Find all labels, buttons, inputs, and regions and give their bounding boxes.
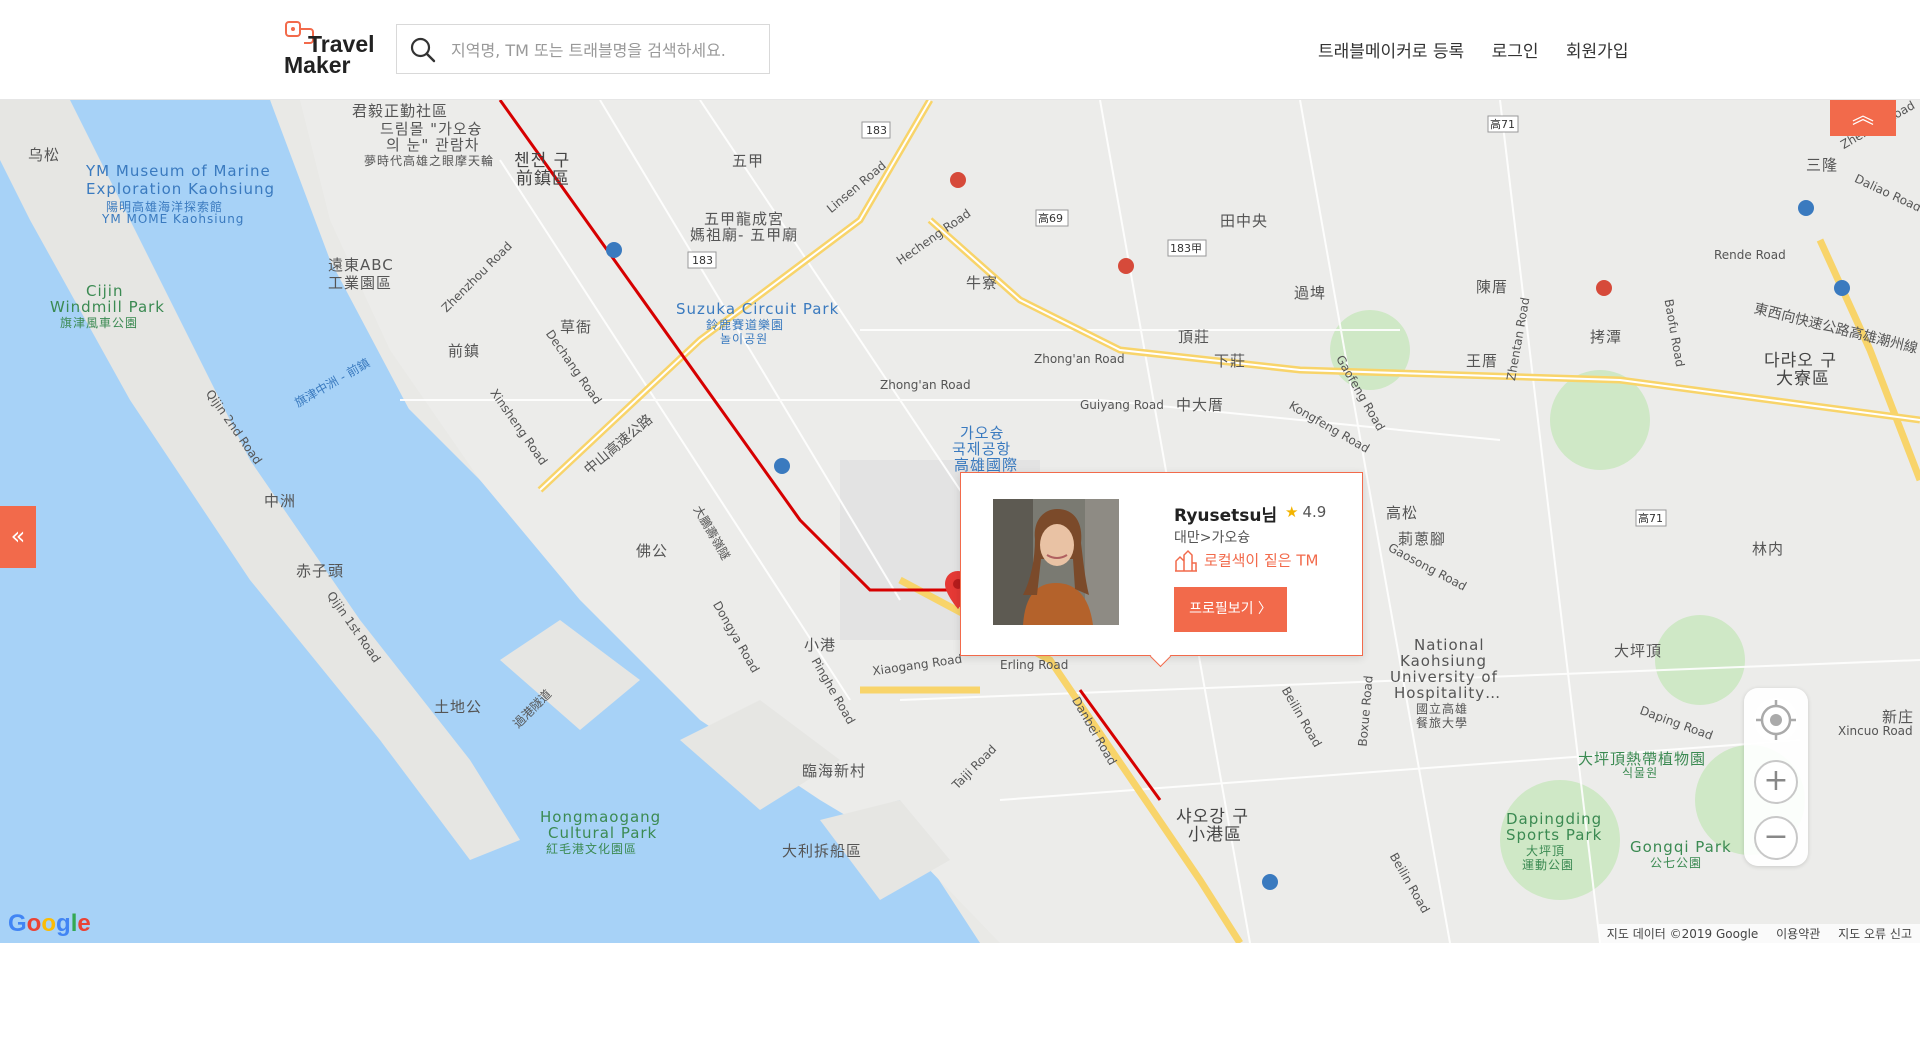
signup-link[interactable]: 회원가입 — [1566, 42, 1629, 62]
svg-text:183: 183 — [866, 124, 887, 137]
map-data-credit: 지도 데이터 ©2019 Google — [1606, 927, 1759, 941]
search-input[interactable] — [449, 25, 763, 75]
search-icon[interactable] — [409, 36, 437, 64]
zoom-in-button[interactable]: + — [1754, 760, 1798, 804]
map-label: 大利拆船區 — [782, 842, 863, 860]
map-label: 土地公 — [434, 698, 483, 716]
map-label: 餐旅大學 — [1416, 716, 1469, 730]
map-label: 王厝 — [1466, 352, 1499, 370]
map-label: 五甲 — [732, 152, 765, 170]
svg-text:高71: 高71 — [1638, 511, 1663, 525]
road-label: Zhong'an Road — [1034, 352, 1125, 366]
side-panel-toggle-button[interactable]: « — [0, 506, 36, 568]
road-label: Xincuo Road — [1838, 724, 1913, 738]
avatar[interactable] — [993, 499, 1119, 625]
road-label: Zhong'an Road — [880, 378, 971, 392]
map-label: 臨海新村 — [802, 762, 867, 780]
map-label: 運動公園 — [1522, 858, 1575, 872]
map-footer: 지도 데이터 ©2019 Google 이용약관 지도 오류 신고 — [1598, 924, 1920, 943]
logo[interactable]: Travel Maker — [284, 20, 375, 78]
map-label: 過埤 — [1294, 284, 1327, 302]
rating-value: 4.9 — [1302, 503, 1327, 521]
map-label: 牛寮 — [966, 274, 999, 292]
guide-region: 대만>가오슝 — [1174, 530, 1251, 546]
map-label: 赤子頭 — [296, 562, 345, 580]
view-profile-button[interactable]: 프로필보기 〉 — [1174, 587, 1287, 632]
svg-text:183甲: 183甲 — [1170, 242, 1202, 255]
double-chevron-left-icon: « — [10, 522, 26, 550]
map-label: 乌松 — [28, 146, 61, 164]
crosshair-icon — [1756, 700, 1796, 740]
map-label: 佛公 — [636, 542, 669, 560]
register-link[interactable]: 트래블메이커로 등록 — [1318, 42, 1464, 62]
report-map-error-link[interactable]: 지도 오류 신고 — [1838, 927, 1912, 941]
collapse-header-button[interactable]: ︽ — [1830, 100, 1896, 136]
map-label: 高松 — [1386, 504, 1419, 522]
guide-tag: 로컬색이 짙은 TM — [1174, 549, 1318, 573]
map-label: 下莊 — [1214, 352, 1247, 370]
map-label: 林内 — [1752, 540, 1785, 558]
profile-photo — [993, 499, 1119, 625]
map-label: 中洲 — [264, 492, 297, 510]
google-logo: Google — [8, 910, 91, 937]
map-label: 大坪頂 — [1614, 642, 1663, 660]
guide-name: Ryusetsu님 — [1174, 506, 1278, 526]
map-label: 小港 — [804, 636, 837, 654]
map-label: 前鎮 — [448, 342, 481, 360]
map-label: 놀이공원 — [720, 332, 769, 346]
svg-text:183: 183 — [692, 254, 713, 267]
map-label: YM Museum of Marine — [86, 162, 271, 180]
star-icon: ★ — [1285, 503, 1299, 521]
map-label: 陳厝 — [1476, 278, 1509, 296]
map-label: 頂莊 — [1178, 328, 1211, 346]
map-label: 莿蔥腳 — [1398, 530, 1447, 548]
map-label: Exploration Kaohsiung — [86, 180, 276, 198]
logo-line2: Maker — [284, 52, 351, 78]
svg-text:高69: 高69 — [1038, 211, 1063, 225]
search-box[interactable] — [396, 24, 770, 75]
double-chevron-up-icon: ︽ — [1851, 104, 1874, 129]
top-nav: 트래블메이커로 등록 로그인 회원가입 — [1296, 37, 1628, 62]
map-label: 紅毛港文化園區 — [546, 842, 638, 856]
terms-link[interactable]: 이용약관 — [1776, 927, 1820, 941]
profile-popup-card: Ryusetsu님 ★ 4.9 대만>가오슝 로컬색이 짙은 TM 프로필보기 〉 — [960, 472, 1363, 656]
login-link[interactable]: 로그인 — [1492, 42, 1539, 62]
site-header: Travel Maker 트래블메이커로 등록 로그인 회원가입 — [0, 0, 1920, 100]
svg-text:高71: 高71 — [1490, 117, 1515, 131]
map-label: 旗津風車公園 — [60, 316, 139, 330]
map-label: 夢時代高雄之眼摩天輪 — [364, 154, 495, 168]
map-view[interactable]: 183 高71 高69 183甲 183 高71 乌松 YM Museum of… — [0, 100, 1920, 943]
map-label: 前鎮區 — [516, 169, 570, 189]
map-label: 工業園區 — [328, 274, 393, 292]
map-label: 公七公園 — [1650, 856, 1703, 870]
map-controls: + − — [1744, 688, 1808, 866]
road-label: Rende Road — [1714, 248, 1786, 262]
road-label: Guiyang Road — [1080, 398, 1164, 412]
map-label: 小港區 — [1188, 825, 1242, 845]
my-location-button[interactable] — [1754, 698, 1798, 742]
map-label: 中大厝 — [1176, 396, 1225, 414]
map-label: 草衙 — [560, 318, 593, 336]
local-buildings-icon — [1175, 549, 1197, 572]
road-label: Erling Road — [1000, 658, 1069, 672]
map-label: 拷潭 — [1590, 328, 1623, 346]
guide-tag-label: 로컬색이 짙은 TM — [1204, 551, 1319, 570]
guide-rating: ★ 4.9 — [1285, 503, 1326, 521]
map-label: 田中央 — [1220, 212, 1269, 230]
map-label: 三隆 — [1806, 156, 1839, 174]
map-label: 식물원 — [1622, 766, 1659, 780]
map-label: YM MOME Kaohsiung — [102, 212, 245, 226]
zoom-out-button[interactable]: − — [1754, 816, 1798, 860]
map-label: 大寮區 — [1776, 369, 1830, 389]
map-label: 媽祖廟- 五甲廟 — [690, 226, 799, 244]
